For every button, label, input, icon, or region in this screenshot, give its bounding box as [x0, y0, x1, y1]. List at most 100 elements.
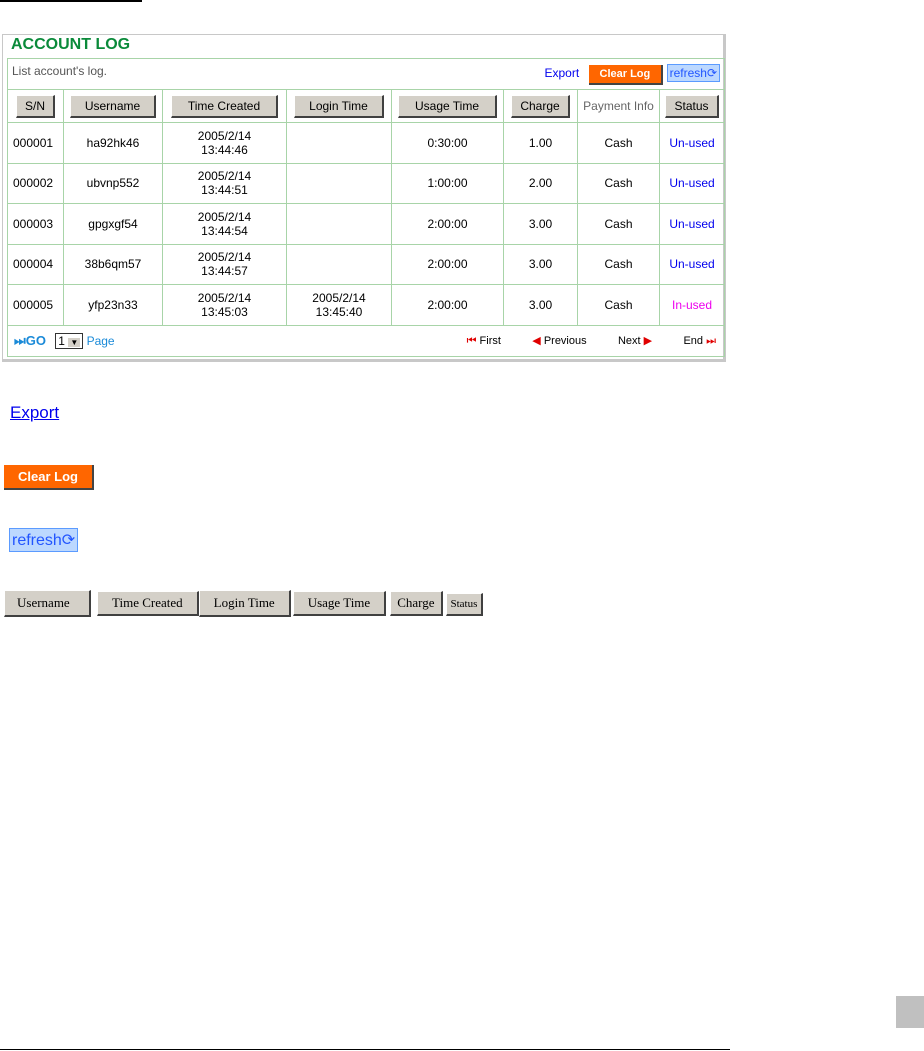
sn-cell: 000004 — [7, 243, 64, 285]
table-row: 000001 ha92hk46 2005/2/14 13:44:46 0:30:00 1.… — [7, 122, 725, 164]
created-time: 13:44:57 — [201, 264, 248, 279]
sort-status-button[interactable]: Status — [665, 94, 719, 118]
username: gpgxgf54 — [88, 216, 138, 231]
status-badge: In-used — [671, 297, 713, 312]
charge-button-sample[interactable]: Charge — [390, 591, 443, 616]
sort-username-button[interactable]: Username — [69, 94, 157, 118]
created-time: 13:44:46 — [201, 142, 248, 157]
created-date: 2005/2/14 — [197, 169, 252, 184]
status-cell: Un-used — [659, 122, 725, 164]
table-row: 000005 yfp23n33 2005/2/14 13:45:03 2005/2/14… — [7, 284, 725, 326]
login-time-cell — [286, 122, 392, 164]
payment-info-cell: Cash — [577, 162, 660, 204]
time-created-button-sample[interactable]: Time Created — [97, 591, 199, 616]
refresh-button-sample[interactable]: refresh⟳ — [9, 528, 79, 552]
time-created-cell: 2005/2/14 13:44:54 — [162, 203, 287, 245]
sn-cell: 000003 — [7, 203, 64, 245]
username-button-sample[interactable]: Username — [4, 590, 91, 617]
table-row: 000003 gpgxgf54 2005/2/14 13:44:54 2:00:00 3.… — [7, 203, 725, 245]
payment-info: Cash — [604, 216, 633, 231]
sn: 000003 — [13, 216, 54, 231]
username-cell: ubvnp552 — [63, 162, 163, 204]
sn-cell: 000001 — [7, 122, 64, 164]
previous-label: Previous — [543, 334, 587, 347]
next-button[interactable]: Next ▶ — [618, 335, 652, 347]
username-cell: 38b6qm57 — [63, 243, 163, 285]
usage-time-cell: 2:00:00 — [391, 243, 504, 285]
created-time: 13:44:54 — [201, 223, 248, 238]
login-time-button-sample[interactable]: Login Time — [198, 590, 291, 617]
login-time-cell — [286, 203, 392, 245]
end-icon: ⏭ — [706, 334, 716, 347]
status-badge: Un-used — [669, 176, 715, 191]
status-button-sample[interactable]: Status — [445, 593, 484, 616]
clear-log-button-sample[interactable]: Clear Log — [4, 465, 94, 490]
charge-cell: 2.00 — [503, 162, 578, 204]
login-time-cell — [286, 243, 392, 285]
status-badge: Un-used — [669, 257, 715, 272]
first-button[interactable]: ⏮ First — [467, 335, 501, 347]
charge-cell: 3.00 — [503, 243, 578, 285]
next-label: Next — [617, 334, 641, 347]
page-select-value: 1 — [58, 333, 65, 348]
created-date: 2005/2/14 — [197, 128, 252, 143]
usage-time-button-sample[interactable]: Usage Time — [292, 591, 387, 616]
created-time: 13:44:51 — [201, 183, 248, 198]
usage-time: 2:00:00 — [427, 297, 468, 312]
usage-time: 1:00:00 — [427, 176, 468, 191]
time-created-cell: 2005/2/14 13:44:51 — [162, 162, 287, 204]
username-cell: gpgxgf54 — [63, 203, 163, 245]
description: List account's log. — [12, 63, 108, 78]
sort-usage-time-button[interactable]: Usage Time — [397, 94, 498, 118]
sort-charge-button[interactable]: Charge — [511, 94, 570, 118]
usage-time: 2:00:00 — [427, 216, 468, 231]
usage-time: 2:00:00 — [427, 257, 468, 272]
refresh-icon: ⟳ — [61, 532, 76, 549]
login-time-cell: 2005/2/14 13:45:40 — [286, 284, 392, 326]
end-button[interactable]: End ⏭ — [683, 335, 716, 347]
username: 38b6qm57 — [84, 257, 142, 272]
payment-info-cell: Cash — [577, 122, 660, 164]
page-marker — [896, 996, 924, 1028]
export-link[interactable]: Export — [544, 66, 579, 80]
charge: 3.00 — [528, 216, 553, 231]
created-date: 2005/2/14 — [197, 250, 252, 265]
next-icon: ▶ — [643, 334, 653, 347]
previous-button[interactable]: ◀ Previous — [532, 335, 586, 347]
chevron-down-icon: ▼ — [68, 337, 81, 347]
sort-sn-button[interactable]: S/N — [15, 94, 55, 118]
status-badge: Un-used — [669, 216, 715, 231]
created-time: 13:45:03 — [201, 304, 248, 319]
payment-info-cell: Cash — [577, 203, 660, 245]
usage-time-cell: 1:00:00 — [391, 162, 504, 204]
payment-info: Cash — [604, 257, 633, 272]
charge-cell: 3.00 — [503, 284, 578, 326]
previous-icon: ◀ — [532, 334, 541, 347]
clear-log-button[interactable]: Clear Log — [588, 64, 664, 85]
table-row: 000004 38b6qm57 2005/2/14 13:44:57 2:00:00 3.… — [7, 243, 725, 285]
first-label: First — [479, 334, 501, 347]
sort-time-created-button[interactable]: Time Created — [170, 94, 279, 118]
charge: 2.00 — [528, 176, 553, 191]
refresh-button[interactable]: refresh⟳ — [666, 63, 720, 82]
payment-info: Cash — [604, 297, 633, 312]
created-date: 2005/2/14 — [197, 209, 252, 224]
charge-cell: 3.00 — [503, 203, 578, 245]
export-link-sample[interactable]: Export — [10, 403, 59, 423]
page-select[interactable]: 1 ▼ — [55, 332, 84, 349]
status-cell: In-used — [659, 284, 725, 326]
sort-login-time-button[interactable]: Login Time — [294, 94, 384, 118]
panel-title: ACCOUNT LOG — [11, 36, 131, 53]
payment-info: Cash — [604, 176, 633, 191]
refresh-label: refresh — [669, 65, 707, 80]
created-date: 2005/2/14 — [197, 290, 252, 305]
sn: 000004 — [13, 257, 54, 272]
usage-time-cell: 2:00:00 — [391, 203, 504, 245]
refresh-icon: ⟳ — [706, 65, 717, 80]
username: yfp23n33 — [88, 297, 138, 312]
usage-time: 0:30:00 — [427, 135, 468, 150]
fast-forward-icon: ⏭ — [14, 332, 26, 348]
payment-info-cell: Cash — [577, 243, 660, 285]
go-button[interactable]: ⏭GO — [14, 333, 46, 348]
usage-time-cell: 0:30:00 — [391, 122, 504, 164]
